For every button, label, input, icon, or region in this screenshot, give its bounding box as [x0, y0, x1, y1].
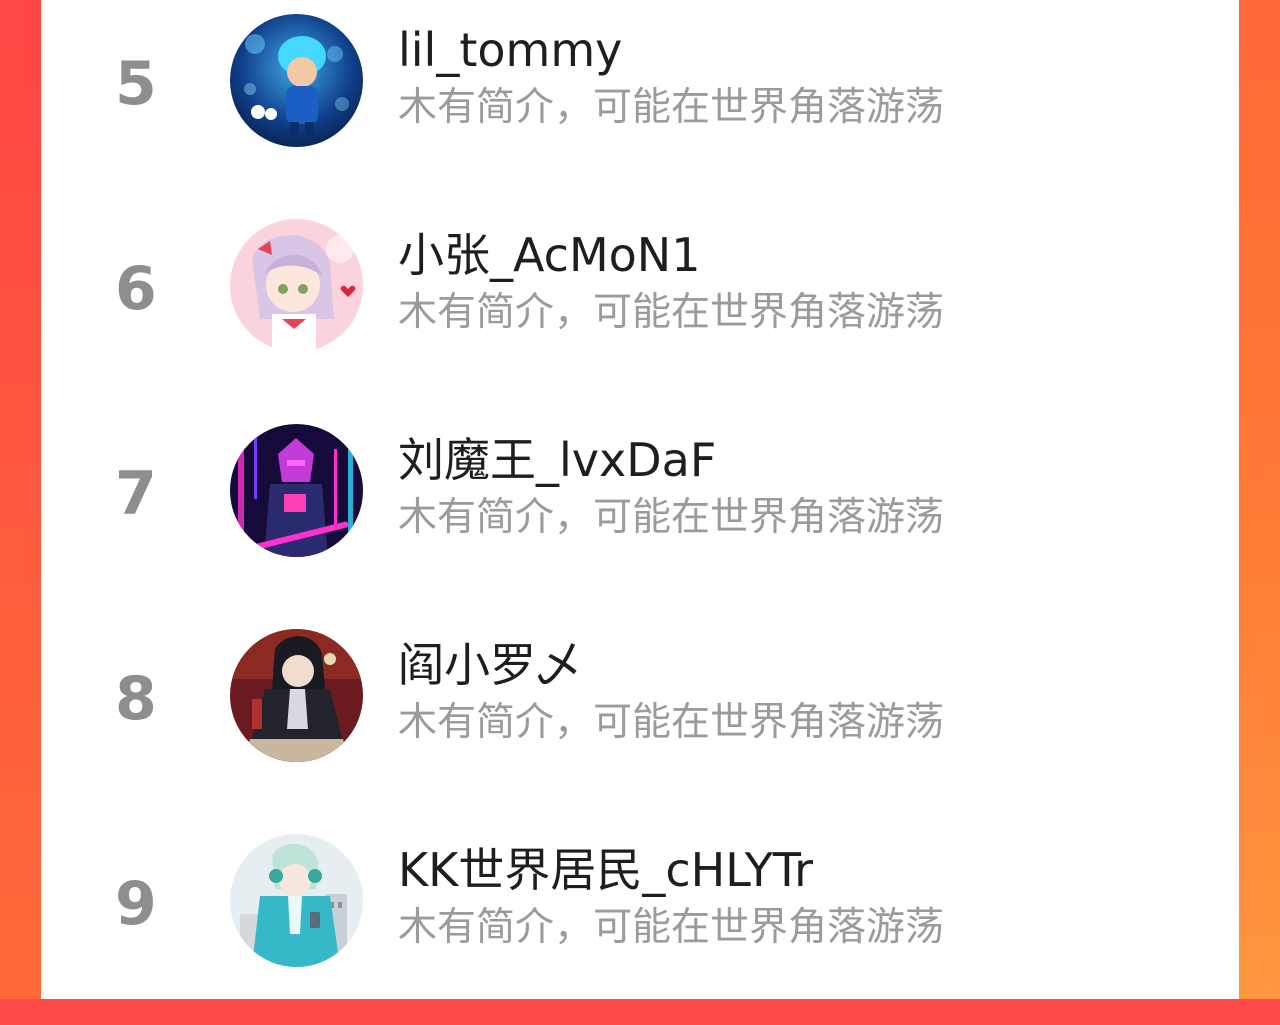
ranking-list-item[interactable]: 6 小张_AcMoN1 木有简介，可能在世界角落游荡	[41, 205, 1239, 410]
avatar-dark-anime-warrior-icon[interactable]	[230, 629, 363, 762]
ranking-list-item[interactable]: 9 KK世界居民_cHLYTr 木有简介，可能在世界角落游荡	[41, 820, 1239, 1025]
user-name: KK世界居民_cHLYTr	[398, 843, 814, 897]
user-name: 小张_AcMoN1	[398, 228, 701, 282]
rank-number: 8	[115, 664, 157, 734]
rank-number: 5	[115, 49, 157, 119]
ranking-list-panel: 5 lil_tommy 木有简介，可能在世界角落游荡 6 小张_AcMoN1 木…	[41, 0, 1239, 999]
ranking-list-item[interactable]: 5 lil_tommy 木有简介，可能在世界角落游荡	[41, 0, 1239, 205]
user-bio: 木有简介，可能在世界角落游荡	[398, 700, 945, 745]
avatar-neon-character-icon[interactable]	[230, 424, 363, 557]
ranking-list-item[interactable]: 8 阎小罗乄 木有简介，可能在世界角落游荡	[41, 615, 1239, 820]
user-name: 阎小罗乄	[398, 638, 582, 692]
avatar-pink-anime-girl-icon[interactable]	[230, 219, 363, 352]
user-bio: 木有简介，可能在世界角落游荡	[398, 905, 945, 950]
avatar-blue-boy-icon[interactable]	[230, 14, 363, 147]
user-name: 刘魔王_lvxDaF	[398, 433, 717, 487]
rank-number: 6	[115, 254, 157, 324]
user-bio: 木有简介，可能在世界角落游荡	[398, 290, 945, 335]
user-bio: 木有简介，可能在世界角落游荡	[398, 85, 945, 130]
left-gradient-edge	[0, 0, 41, 999]
ranking-list-item[interactable]: 7 刘魔王_lvxDaF 木有简介，可能在世界角落游荡	[41, 410, 1239, 615]
user-name: lil_tommy	[398, 23, 623, 77]
avatar-teal-anime-boy-icon[interactable]	[230, 834, 363, 967]
rank-number: 9	[115, 869, 157, 939]
user-bio: 木有简介，可能在世界角落游荡	[398, 495, 945, 540]
rank-number: 7	[115, 459, 157, 529]
right-gradient-edge	[1239, 0, 1280, 999]
